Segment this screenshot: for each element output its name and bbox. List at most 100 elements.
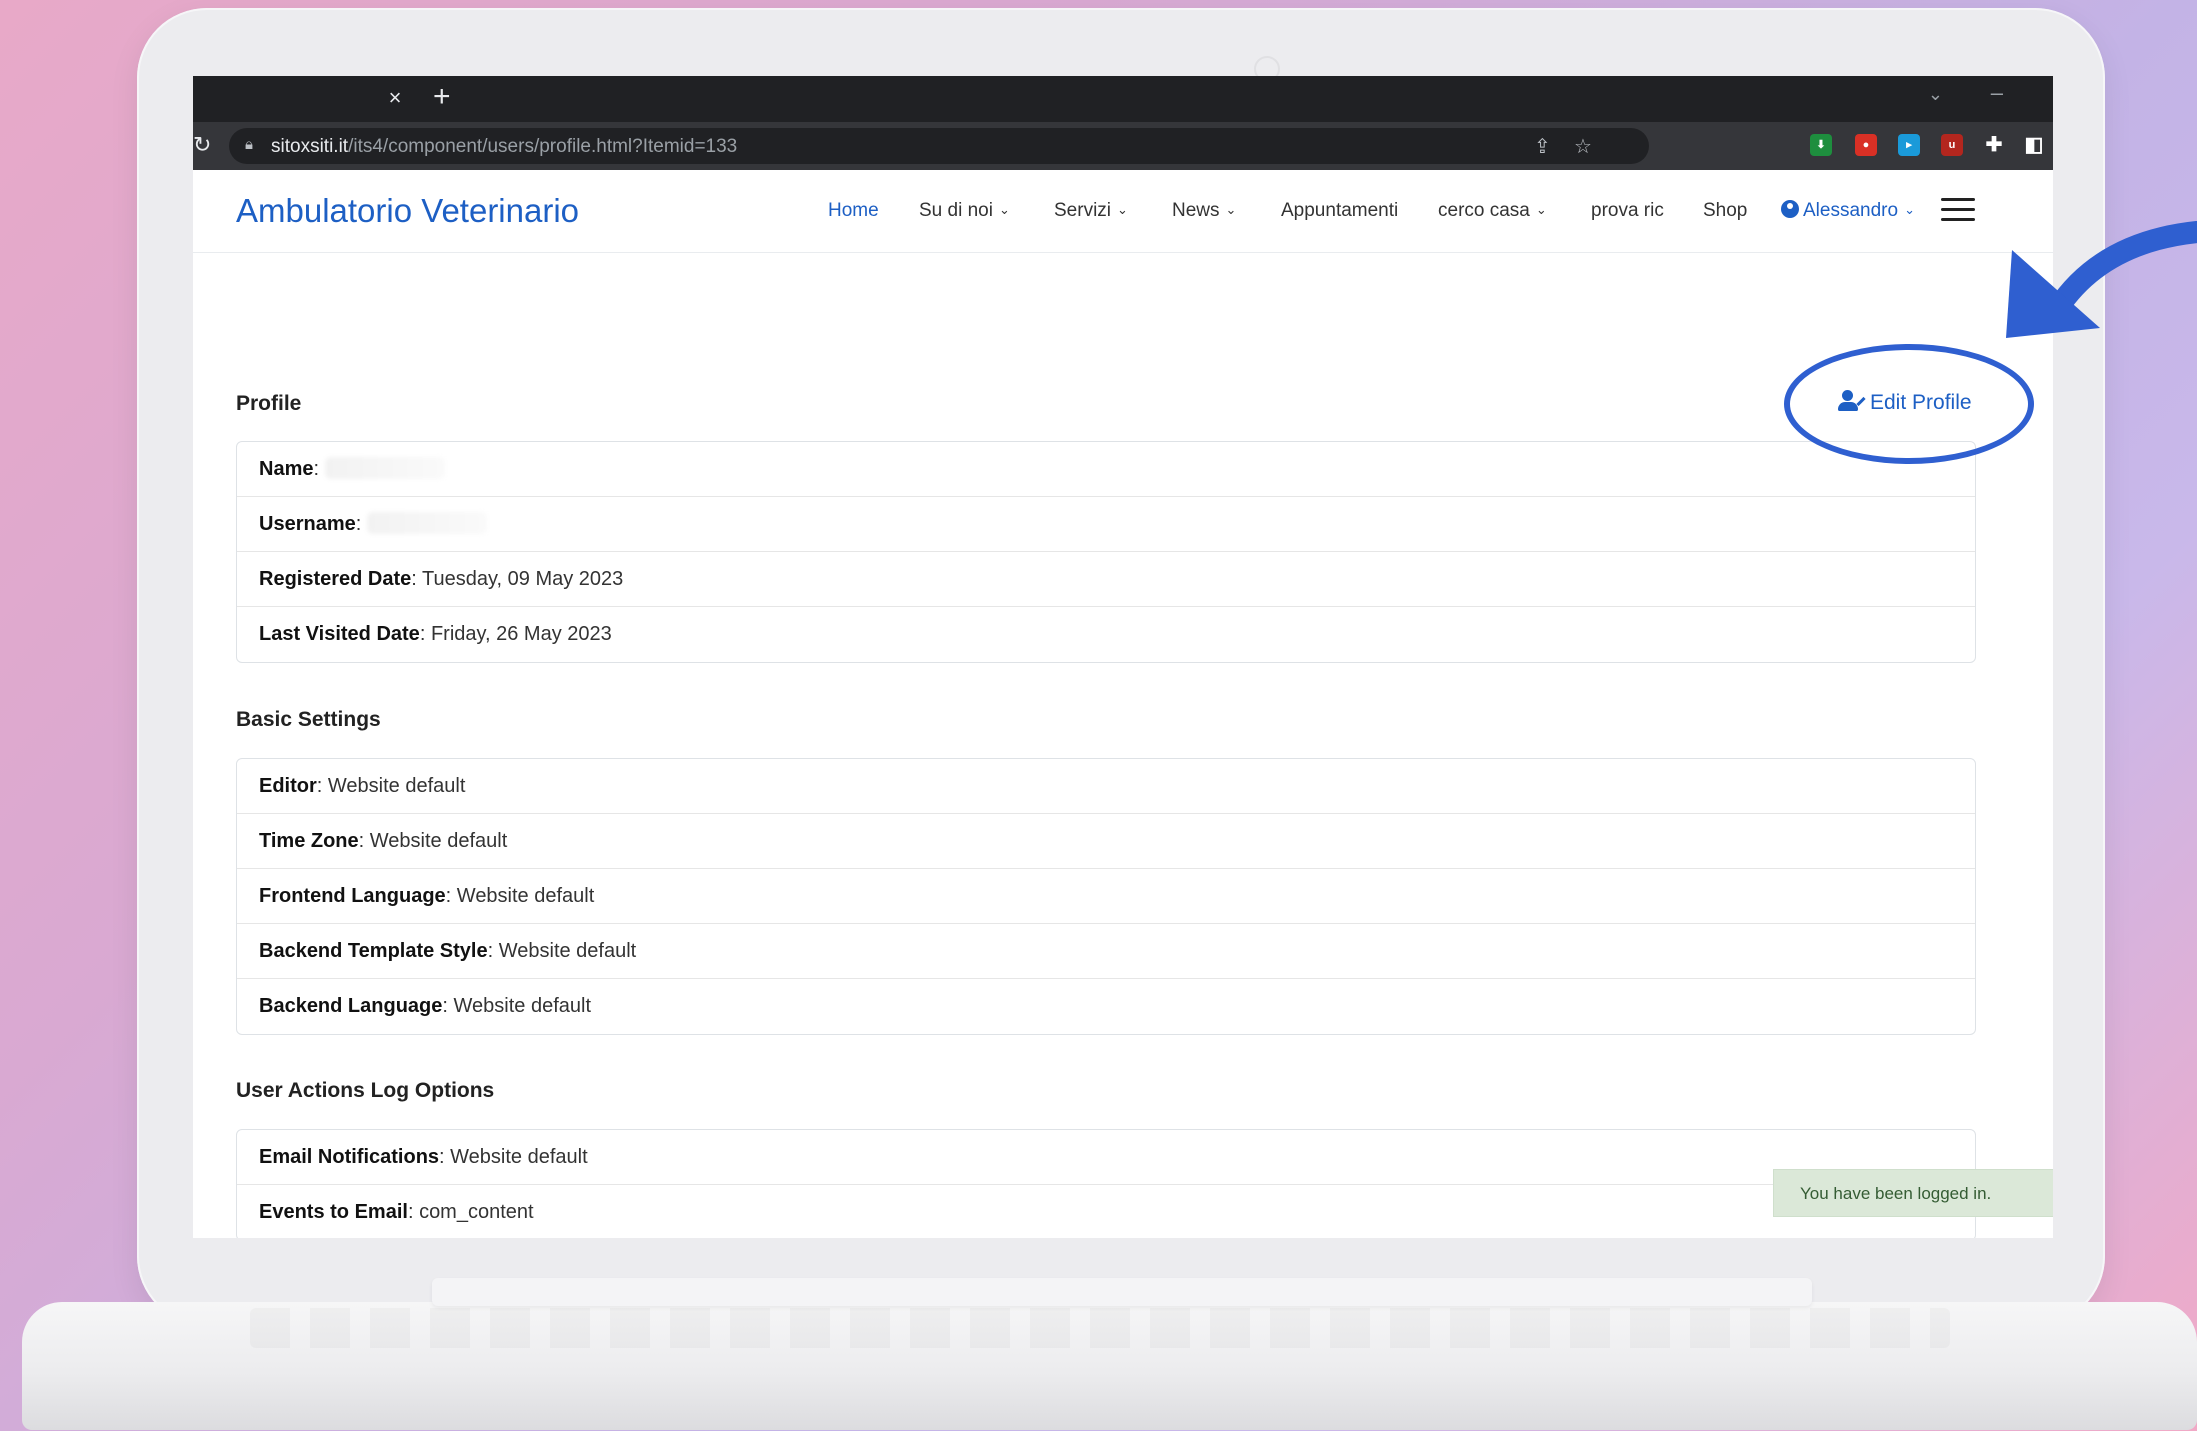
basic-row: Editor: Website default — [237, 759, 1975, 814]
profile-row-last-visited: Last Visited Date: Friday, 26 May 2023 — [237, 607, 1975, 662]
profile-row-username: Username: — [237, 497, 1975, 552]
basic-row: Time Zone: Website default — [237, 814, 1975, 869]
extension-download-icon[interactable]: ⬇ — [1810, 134, 1832, 156]
row-separator: : — [313, 458, 325, 480]
row-separator: : — [439, 1146, 451, 1168]
profile-row-name: Name: — [237, 442, 1975, 497]
new-tab-button[interactable]: + — [433, 80, 451, 114]
site-brand[interactable]: Ambulatorio Veterinario — [236, 192, 579, 230]
login-toast[interactable]: You have been logged in. — [1773, 1169, 2053, 1217]
nav-cerco-casa-label: cerco casa — [1438, 200, 1530, 221]
row-label: Backend Template Style — [259, 940, 488, 962]
basic-settings-heading: Basic Settings — [236, 708, 381, 731]
bookmark-star-icon[interactable]: ☆ — [1574, 134, 1592, 159]
url-field[interactable]: 🔒︎ sitoxsiti.it/its4/component/users/pro… — [229, 128, 1649, 164]
row-separator: : — [487, 940, 499, 962]
extensions-puzzle-icon[interactable]: ✚ — [1983, 134, 2005, 156]
basic-row: Frontend Language: Website default — [237, 869, 1975, 924]
row-separator: : — [419, 623, 431, 645]
nav-news[interactable]: News ⌄ — [1172, 200, 1236, 222]
chevron-down-icon: ⌄ — [1535, 202, 1547, 217]
nav-shop[interactable]: Shop — [1703, 200, 1747, 222]
nav-cerco-casa[interactable]: cerco casa ⌄ — [1438, 200, 1547, 222]
row-label: Time Zone — [259, 830, 359, 852]
row-separator: : — [355, 513, 367, 535]
chevron-down-icon: ⌄ — [998, 202, 1010, 217]
nav-news-label: News — [1172, 200, 1220, 221]
row-value: Friday, 26 May 2023 — [430, 623, 612, 645]
site-header: Ambulatorio Veterinario Home Su di noi ⌄ … — [193, 170, 2053, 253]
redacted-value — [324, 457, 445, 479]
row-separator: : — [411, 568, 423, 590]
basic-row: Backend Template Style: Website default — [237, 924, 1975, 979]
lock-icon[interactable]: 🔒︎ — [245, 136, 253, 153]
row-separator: : — [445, 885, 457, 907]
row-label: Last Visited Date — [259, 623, 420, 645]
url-path: /its4/component/users/profile.html?Itemi… — [348, 136, 738, 157]
profile-card: Name: Username: Registered Date: Tuesday… — [236, 441, 1976, 663]
pointer-arrow-icon — [2006, 221, 2197, 338]
row-value: Tuesday, 09 May 2023 — [422, 568, 624, 590]
extension-adblock-icon[interactable]: ● — [1855, 134, 1877, 156]
row-label: Registered Date — [259, 568, 412, 590]
row-value: Website default — [450, 1146, 588, 1168]
keyboard — [250, 1308, 1950, 1348]
actions-row: Events to Email: com_content — [237, 1185, 1975, 1238]
laptop-hinge — [432, 1278, 1812, 1306]
url-text: sitoxsiti.it/its4/component/users/profil… — [271, 136, 737, 158]
nav-su-di-noi-label: Su di noi — [919, 200, 993, 221]
nav-home[interactable]: Home — [828, 200, 879, 222]
row-value: Website default — [498, 940, 637, 962]
profile-heading: Profile — [236, 392, 302, 415]
actions-row: Email Notifications: Website default — [237, 1130, 1975, 1185]
share-icon[interactable]: ⇪ — [1534, 134, 1551, 159]
laptop-screen: × + ⌄ – ↻ 🔒︎ sitoxsiti.it/its4/component… — [193, 76, 2053, 1238]
row-label: Email Notifications — [259, 1146, 440, 1168]
row-value: Website default — [453, 995, 592, 1017]
nav-su-di-noi[interactable]: Su di noi ⌄ — [919, 200, 1010, 222]
row-label: Backend Language — [259, 995, 443, 1017]
nav-servizi-label: Servizi — [1054, 200, 1112, 221]
reload-icon[interactable]: ↻ — [193, 132, 211, 158]
browser-tab[interactable]: × — [193, 76, 418, 122]
extension-translate-icon[interactable]: ▸ — [1898, 134, 1920, 156]
profile-row-registered: Registered Date: Tuesday, 09 May 2023 — [237, 552, 1975, 607]
highlight-ellipse — [1784, 344, 2034, 464]
user-name: Alessandro — [1803, 200, 1899, 221]
nav-prova-ric[interactable]: prova ric — [1591, 200, 1664, 222]
row-value: Website default — [327, 775, 466, 797]
hamburger-menu-icon[interactable] — [1941, 198, 1975, 222]
user-circle-icon — [1781, 200, 1799, 218]
row-value: Website default — [369, 830, 508, 852]
row-separator: : — [358, 830, 370, 852]
redacted-value — [366, 512, 487, 534]
chevron-down-icon: ⌄ — [1904, 202, 1915, 217]
row-label: Events to Email — [259, 1201, 408, 1223]
row-label: Username — [259, 513, 356, 535]
row-label: Editor — [259, 775, 317, 797]
actions-log-card: Email Notifications: Website default Eve… — [236, 1129, 1976, 1238]
tab-strip: × + ⌄ – — [193, 76, 2053, 122]
row-value: Website default — [456, 885, 595, 907]
nav-servizi[interactable]: Servizi ⌄ — [1054, 200, 1128, 222]
chevron-down-icon: ⌄ — [1117, 202, 1128, 217]
nav-user-menu[interactable]: Alessandro ⌄ — [1781, 200, 1915, 222]
tab-search-icon[interactable]: ⌄ — [1928, 84, 1943, 105]
side-panel-icon[interactable]: ◧ — [2023, 134, 2045, 156]
extension-ublock-icon[interactable]: u — [1941, 134, 1963, 156]
basic-settings-card: Editor: Website default Time Zone: Websi… — [236, 758, 1976, 1035]
url-host: sitoxsiti.it — [271, 136, 349, 157]
row-label: Name — [259, 458, 314, 480]
actions-log-heading: User Actions Log Options — [236, 1079, 495, 1102]
minimize-icon[interactable]: – — [1991, 80, 2003, 106]
row-value: com_content — [419, 1201, 534, 1223]
close-tab-icon[interactable]: × — [383, 85, 407, 111]
chevron-down-icon: ⌄ — [1225, 202, 1237, 217]
row-label: Frontend Language — [259, 885, 446, 907]
row-separator: : — [316, 775, 328, 797]
row-separator: : — [407, 1201, 420, 1223]
row-separator: : — [442, 995, 454, 1017]
nav-appuntamenti[interactable]: Appuntamenti — [1281, 200, 1398, 222]
basic-row: Backend Language: Website default — [237, 979, 1975, 1034]
address-bar: ↻ 🔒︎ sitoxsiti.it/its4/component/users/p… — [193, 122, 2053, 170]
